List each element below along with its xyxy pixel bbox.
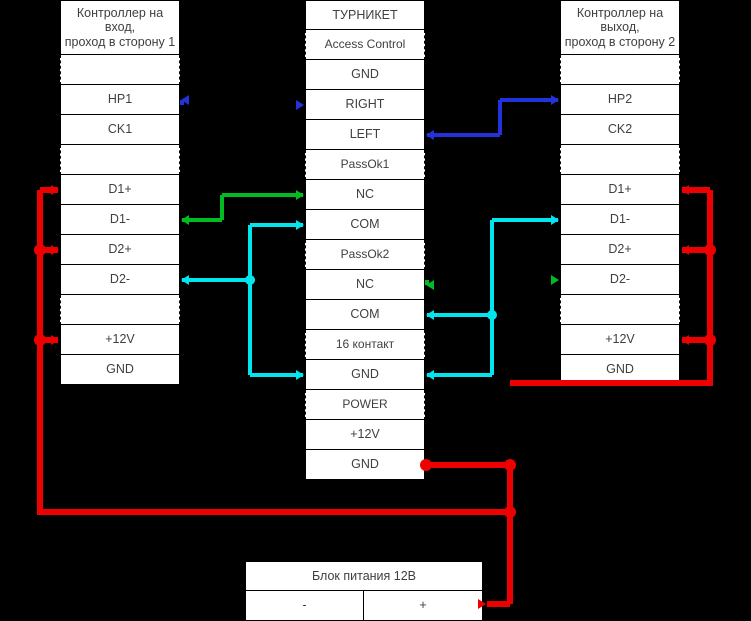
green-arrowhead-d1minus [181, 215, 189, 225]
cyan-arrowhead-d1minus-right [551, 215, 559, 225]
exit-controller-table: Контроллер на выход, проход в сторону 2 H… [560, 0, 680, 385]
green-arrowhead-d2minus-right [551, 275, 559, 285]
turnstile-row-1-access-control: Access Control [305, 30, 425, 60]
exit-controller-row-7-d2+: D2+ [560, 235, 680, 265]
entry-controller-row-8-d2: D2- [60, 265, 180, 295]
psu-title: Блок питания 12В [245, 561, 483, 591]
cyan-wire-right-h-gnd [427, 373, 492, 377]
red-arrowhead-12v-left [51, 335, 59, 345]
turnstile-row-4-left: LEFT [305, 120, 425, 150]
entry-controller-row-6-d1: D1- [60, 205, 180, 235]
power-supply-table: Блок питания 12В - + [245, 561, 483, 621]
cyan-junction-right [487, 310, 497, 320]
red-junction-left-d2plus [34, 244, 46, 256]
exit-controller-row-0-title: Контроллер на выход, проход в сторону 2 [560, 0, 680, 55]
entry-controller-row-9-blank [60, 295, 180, 325]
blue-arrowhead-hp1 [181, 95, 189, 105]
red-junction-left-12v [34, 334, 46, 346]
turnstile-row-13-power: POWER [305, 390, 425, 420]
turnstile-row-7-com: COM [305, 210, 425, 240]
cyan-arrowhead-gnd-right [426, 370, 434, 380]
turnstile-row-0-title: ТУРНИКЕТ [305, 0, 425, 30]
psu-plus-terminal: + [364, 591, 483, 621]
turnstile-row-6-nc: NC [305, 180, 425, 210]
cyan-arrowhead-gnd-left [296, 370, 304, 380]
turnstile-row-11-16-контакт: 16 контакт [305, 330, 425, 360]
green-arrowhead-nc2 [426, 280, 434, 290]
exit-controller-row-8-d2: D2- [560, 265, 680, 295]
red-junction-turnstile-12v [504, 459, 516, 471]
turnstile-row-3-right: RIGHT [305, 90, 425, 120]
red-wire-main-vertical-bus [507, 465, 513, 604]
green-arrowhead-nc1 [296, 190, 304, 200]
psu-minus-terminal: - [245, 591, 364, 621]
turnstile-row-14-+12v: +12V [305, 420, 425, 450]
cyan-arrowhead-com1 [296, 220, 304, 230]
red-terminal-turnstile-12v [420, 459, 432, 471]
entry-controller-row-4-blank [60, 145, 180, 175]
entry-controller-row-10-+12v: +12V [60, 325, 180, 355]
wiring-diagram-canvas: Контроллер на вход, проход в сторону 1 HP… [0, 0, 751, 621]
red-arrowhead-d2plus-left [51, 245, 59, 255]
green-wire-d1minus-v [220, 195, 224, 220]
red-arrowhead-d1plus-right [681, 185, 689, 195]
red-junction-right-d2plus [704, 244, 716, 256]
red-wire-left-vertical-bus [37, 190, 43, 512]
turnstile-row-12-gnd: GND [305, 360, 425, 390]
red-junction-bottom-bus [504, 506, 516, 518]
red-arrowhead-d2plus-right [681, 245, 689, 255]
exit-controller-row-9-blank [560, 295, 680, 325]
exit-controller-row-3-ck2: CK2 [560, 115, 680, 145]
entry-controller-table: Контроллер на вход, проход в сторону 1 HP… [60, 0, 180, 385]
cyan-arrowhead-d2minus [181, 275, 189, 285]
exit-controller-row-4-blank [560, 145, 680, 175]
exit-controller-row-10-+12v: +12V [560, 325, 680, 355]
entry-controller-row-11-gnd: GND [60, 355, 180, 385]
cyan-arrowhead-com2 [426, 310, 434, 320]
blue-wire-left-h1 [427, 133, 500, 137]
exit-controller-row-6-d1: D1- [560, 205, 680, 235]
red-wire-right-vertical-bus [707, 190, 713, 383]
entry-controller-row-2-hp1: HP1 [60, 85, 180, 115]
black-terminal-turnstile-gnd [302, 490, 312, 500]
cyan-wire-right-v [490, 220, 494, 375]
entry-controller-row-1-blank [60, 55, 180, 85]
blue-wire-left-h2 [500, 98, 558, 102]
entry-controller-row-0-title: Контроллер на вход, проход в сторону 1 [60, 0, 180, 55]
red-wire-turnstile-12v [427, 462, 510, 468]
turnstile-row-2-gnd: GND [305, 60, 425, 90]
cyan-wire-left-v [248, 225, 252, 375]
blue-arrowhead-right [296, 100, 304, 110]
cyan-junction-left [245, 275, 255, 285]
blue-arrowhead-hp2 [551, 95, 559, 105]
red-arrowhead-psu-plus [478, 599, 486, 609]
red-arrowhead-12v-right [681, 335, 689, 345]
cyan-wire-right-h-com [427, 313, 492, 317]
exit-controller-row-2-hp2: HP2 [560, 85, 680, 115]
turnstile-table: ТУРНИКЕТ Access Control GND RIGHT LEFT PassOk… [305, 0, 425, 480]
green-wire-d1minus-h2 [222, 193, 303, 197]
cyan-wire-left-h-d2minus [182, 278, 250, 282]
blue-arrowhead-left [426, 130, 434, 140]
red-wire-bottom-bus [37, 509, 510, 515]
red-arrowhead-d1plus-left [51, 185, 59, 195]
turnstile-row-10-com: COM [305, 300, 425, 330]
cyan-wire-right-h-d1minus [492, 218, 558, 222]
entry-controller-row-7-d2+: D2+ [60, 235, 180, 265]
exit-controller-row-5-d1+: D1+ [560, 175, 680, 205]
turnstile-row-9-nc: NC [305, 270, 425, 300]
entry-controller-row-3-ck1: CK1 [60, 115, 180, 145]
red-wire-to-psu-plus [487, 601, 510, 607]
blue-wire-left-v [498, 100, 502, 135]
turnstile-row-5-passok1: PassOk1 [305, 150, 425, 180]
exit-controller-row-1-blank [560, 55, 680, 85]
entry-controller-row-5-d1+: D1+ [60, 175, 180, 205]
turnstile-row-15-gnd: GND [305, 450, 425, 480]
red-wire-right-bus-to-main [510, 380, 713, 386]
turnstile-row-8-passok2: PassOk2 [305, 240, 425, 270]
red-junction-right-12v [704, 334, 716, 346]
